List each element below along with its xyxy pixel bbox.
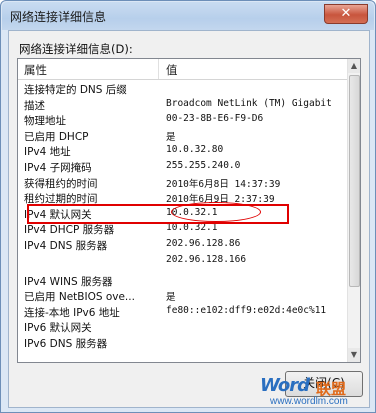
list-row[interactable]: IPv4 DNS 服务器 202.96.128.86 bbox=[18, 237, 348, 253]
property-cell: 描述 bbox=[24, 99, 45, 112]
details-label: 网络连接详细信息(D): bbox=[19, 42, 133, 56]
list-row[interactable]: IPv4 子网掩码 255.255.240.0 bbox=[18, 159, 348, 175]
list-row[interactable]: IPv6 DNS 服务器 bbox=[18, 335, 348, 351]
scroll-down-icon[interactable]: ▼ bbox=[348, 348, 360, 362]
window-close-button[interactable]: ✕ bbox=[324, 4, 368, 24]
value-cell: 10.0.32.80 bbox=[166, 144, 224, 156]
value-cell: 是 bbox=[166, 292, 176, 304]
list-row[interactable]: 已启用 DHCP 是 bbox=[18, 128, 348, 144]
value-cell: 255.255.240.0 bbox=[166, 159, 241, 171]
watermark-brand: Word bbox=[260, 375, 310, 396]
property-cell: IPv4 地址 bbox=[24, 146, 71, 159]
list-row[interactable]: 物理地址 00-23-8B-E6-F9-D6 bbox=[18, 112, 348, 128]
list-row[interactable]: IPv6 默认网关 bbox=[18, 319, 348, 335]
column-divider[interactable] bbox=[158, 59, 159, 79]
list-row[interactable]: 连接特定的 DNS 后缀 bbox=[18, 81, 348, 97]
value-cell: 2010年6月8日 14:37:39 bbox=[166, 178, 281, 190]
property-cell: 物理地址 bbox=[24, 115, 66, 128]
title-bar[interactable]: 网络连接详细信息 ✕ bbox=[2, 2, 374, 30]
list-header: 属性 值 bbox=[18, 59, 348, 80]
ipv4-highlight-ellipse bbox=[171, 202, 261, 222]
list-row[interactable]: 已启用 NetBIOS ove... 是 bbox=[18, 288, 348, 304]
value-cell: 是 bbox=[166, 131, 176, 143]
column-header-property[interactable]: 属性 bbox=[24, 62, 47, 78]
dialog-body: 网络连接详细信息(D): 属性 值 连接特定的 DNS 后缀 描述 Broadco… bbox=[8, 30, 370, 408]
property-cell: IPv4 子网掩码 bbox=[24, 161, 92, 174]
details-list[interactable]: 属性 值 连接特定的 DNS 后缀 描述 Broadcom NetLink (TM… bbox=[17, 58, 361, 363]
vertical-scrollbar[interactable]: ▲ ▼ bbox=[347, 59, 360, 362]
list-row[interactable]: 连接-本地 IPv6 地址 fe80::e102:dff9:e02d:4e0c%1… bbox=[18, 304, 348, 320]
watermark-url: www.wordlm.com bbox=[270, 396, 348, 407]
value-cell: fe80::e102:dff9:e02d:4e0c%11 bbox=[166, 304, 327, 316]
value-cell: Broadcom NetLink (TM) Gigabit bbox=[166, 97, 332, 109]
property-cell: IPv6 默认网关 bbox=[24, 322, 92, 335]
list-row[interactable]: 描述 Broadcom NetLink (TM) Gigabit bbox=[18, 97, 348, 113]
property-cell: IPv4 DHCP 服务器 bbox=[24, 224, 115, 237]
property-cell: 连接特定的 DNS 后缀 bbox=[24, 84, 127, 96]
list-row[interactable]: 获得租约的时间 2010年6月8日 14:37:39 bbox=[18, 175, 348, 191]
property-cell: 已启用 NetBIOS ove... bbox=[24, 291, 135, 304]
value-cell: 00-23-8B-E6-F9-D6 bbox=[166, 113, 264, 125]
scrollbar-thumb[interactable] bbox=[349, 75, 360, 287]
scroll-up-icon[interactable]: ▲ bbox=[348, 59, 360, 73]
property-cell: 已启用 DHCP bbox=[24, 130, 89, 143]
property-cell: IPv4 WINS 服务器 bbox=[24, 276, 113, 289]
list-row[interactable]: IPv4 地址 10.0.32.80 bbox=[18, 143, 348, 159]
property-cell: 连接-本地 IPv6 地址 bbox=[24, 306, 120, 319]
watermark-logo: Word 联盟 www.wordlm.com bbox=[256, 375, 374, 409]
list-row[interactable]: 202.96.128.166 bbox=[18, 253, 348, 269]
property-cell: IPv4 DNS 服务器 bbox=[24, 239, 108, 252]
property-cell: 获得租约的时间 bbox=[24, 177, 98, 190]
dialog-window: 网络连接详细信息 ✕ 网络连接详细信息(D): 属性 值 连接特定的 DNS 后… bbox=[0, 0, 376, 413]
value-cell: 202.96.128.166 bbox=[166, 253, 247, 265]
column-header-value[interactable]: 值 bbox=[166, 62, 178, 78]
window-title: 网络连接详细信息 bbox=[10, 10, 107, 24]
property-cell: IPv6 DNS 服务器 bbox=[24, 337, 108, 350]
list-row[interactable]: IPv4 WINS 服务器 bbox=[18, 268, 348, 288]
value-cell: 202.96.128.86 bbox=[166, 237, 241, 249]
